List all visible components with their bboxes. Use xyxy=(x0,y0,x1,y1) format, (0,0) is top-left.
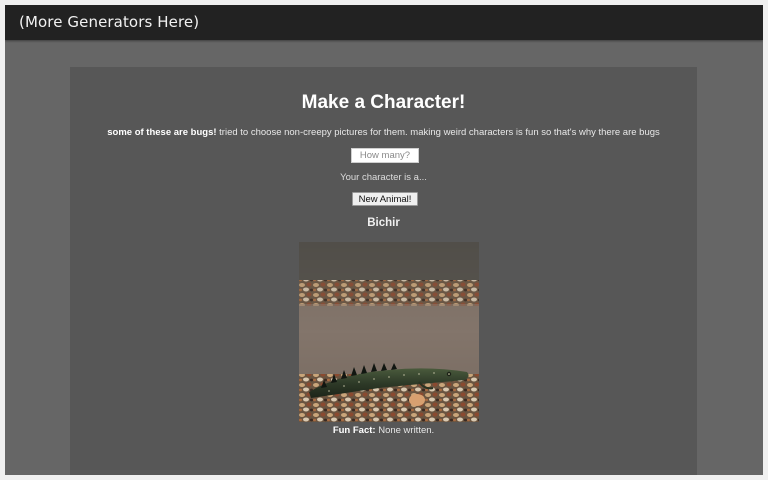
how-many-input[interactable] xyxy=(351,148,419,163)
result-label: Your character is a... xyxy=(340,172,427,183)
more-generators-link[interactable]: (More Generators Here) xyxy=(19,13,199,31)
fun-fact-text: None written. xyxy=(375,425,435,436)
fun-fact: Fun Fact: None written. xyxy=(70,425,697,436)
new-animal-button[interactable]: New Animal! xyxy=(352,192,418,206)
description: some of these are bugs! tried to choose … xyxy=(70,127,697,138)
page-frame: (More Generators Here) Make a Character!… xyxy=(5,5,763,475)
animal-photo xyxy=(299,242,479,422)
page-title: Make a Character! xyxy=(301,92,466,113)
fun-fact-label: Fun Fact: xyxy=(332,425,376,436)
description-bold: some of these are bugs! xyxy=(107,127,217,138)
description-text: tried to choose non-creepy pictures for … xyxy=(216,127,660,138)
generator-panel: Make a Character! some of these are bugs… xyxy=(70,67,697,475)
top-bar: (More Generators Here) xyxy=(5,5,763,40)
animal-name: Bichir xyxy=(367,217,400,229)
